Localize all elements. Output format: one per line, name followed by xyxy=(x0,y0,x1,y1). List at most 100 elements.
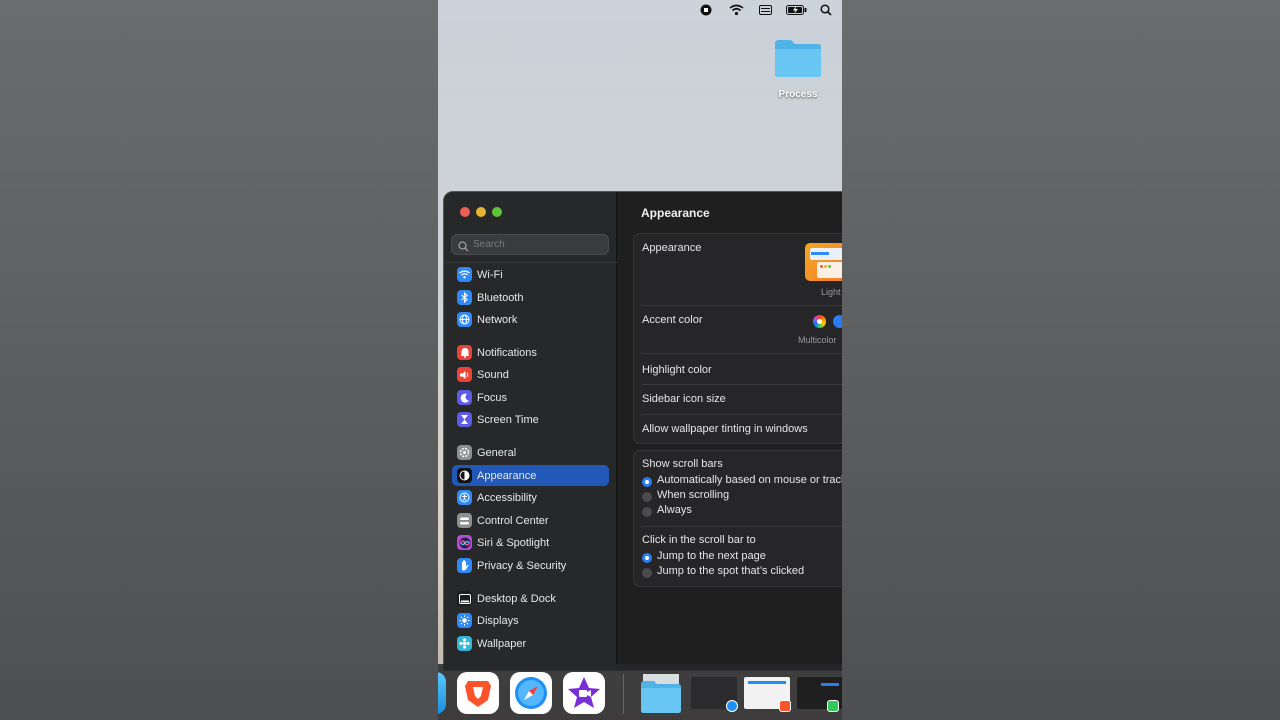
appearance-group: Appearance Light Accent color Multicolor xyxy=(633,233,842,444)
screen-record-icon[interactable] xyxy=(699,3,712,16)
row-separator xyxy=(642,384,842,385)
multicolor-swatch[interactable] xyxy=(813,315,826,328)
search-menu-icon[interactable] xyxy=(819,3,832,16)
highlight-color-label: Highlight color xyxy=(642,364,712,376)
thumbnail-accent-bar xyxy=(811,252,829,255)
sidebar-item-label: Bluetooth xyxy=(477,291,524,304)
sidebar-item-network[interactable]: Network xyxy=(452,309,609,330)
radio-when-scrolling[interactable] xyxy=(642,492,652,502)
sidebar-item-label: Control Center xyxy=(477,514,549,527)
sidebar-item-wallpaper[interactable]: Wallpaper xyxy=(452,633,609,654)
radio-next-page[interactable] xyxy=(642,553,652,563)
accessibility-icon xyxy=(457,490,472,505)
radio-clicked-spot-label: Jump to the spot that’s clicked xyxy=(657,565,805,577)
thumbnail-accent-bar xyxy=(821,683,839,686)
wallpaper-tinting-label: Allow wallpaper tinting in windows xyxy=(642,423,808,435)
battery-icon[interactable] xyxy=(785,3,807,16)
bell-icon xyxy=(457,345,472,360)
search-icon xyxy=(458,239,469,257)
screen: Process Search Wi-Fi Bluetooth Network Noti… xyxy=(438,0,842,720)
speaker-icon xyxy=(457,367,472,382)
row-separator xyxy=(642,526,842,527)
sidebar-item-bluetooth[interactable]: Bluetooth xyxy=(452,287,609,308)
imovie-icon[interactable] xyxy=(563,672,605,714)
brave-icon[interactable] xyxy=(457,672,499,714)
content-pane: Appearance Appearance Light Accent color xyxy=(617,192,842,670)
sidebar-item-displays[interactable]: Displays xyxy=(452,610,609,631)
window-thumbnail-1[interactable] xyxy=(691,677,738,712)
scroll-bars-group: Show scroll bars Automatically based on … xyxy=(633,450,842,587)
radio-next-page-label: Jump to the next page xyxy=(657,550,766,562)
background-left xyxy=(0,0,438,720)
sidebar-item-label: Sound xyxy=(477,368,509,381)
radio-always[interactable] xyxy=(642,507,652,517)
thumbnail-dot xyxy=(828,265,831,268)
sidebar-item-label: Focus xyxy=(477,391,507,404)
safari-badge-icon xyxy=(726,700,738,712)
radio-automatic[interactable] xyxy=(642,477,652,487)
hand-icon xyxy=(457,558,472,573)
sidebar-item-general[interactable]: General xyxy=(452,442,609,463)
control-center-icon xyxy=(457,513,472,528)
radio-when-scrolling-label: When scrolling xyxy=(657,489,730,501)
sidebar-item-focus[interactable]: Focus xyxy=(452,387,609,408)
moon-icon xyxy=(457,390,472,405)
appearance-icon xyxy=(457,468,472,483)
radio-automatic-label: Automatically based on mouse or trackpad xyxy=(657,474,842,486)
row-separator xyxy=(642,414,842,415)
radio-clicked-spot[interactable] xyxy=(642,568,652,578)
siri-icon xyxy=(457,535,472,550)
close-button[interactable] xyxy=(460,207,470,217)
multicolor-label: Multicolor xyxy=(798,335,837,345)
safari-icon[interactable] xyxy=(510,672,552,714)
dock xyxy=(438,664,842,720)
menu-bar xyxy=(438,0,842,19)
search-input[interactable]: Search xyxy=(473,239,505,250)
dock-folder-icon[interactable] xyxy=(640,672,682,714)
settings-window: Search Wi-Fi Bluetooth Network Notification… xyxy=(443,191,842,671)
sidebar-item-sound[interactable]: Sound xyxy=(452,364,609,385)
minimize-button[interactable] xyxy=(476,207,486,217)
bluetooth-icon xyxy=(457,290,472,305)
thumbnail-dot xyxy=(820,265,823,268)
window-thumbnail-2[interactable] xyxy=(744,677,791,712)
window-thumbnail-3[interactable] xyxy=(797,677,842,712)
radio-always-label: Always xyxy=(657,504,692,516)
light-mode-thumbnail[interactable] xyxy=(805,243,842,281)
sidebar-item-siri-and-spotlight[interactable]: Siri & Spotlight xyxy=(452,532,609,553)
thumbnail-header-bar xyxy=(748,681,786,684)
show-scroll-bars-label: Show scroll bars xyxy=(642,458,723,470)
wifi-icon xyxy=(457,267,472,282)
sidebar: Search Wi-Fi Bluetooth Network Notification… xyxy=(444,192,617,670)
sidebar-item-label: Network xyxy=(477,313,518,326)
keyboard-icon[interactable] xyxy=(758,3,772,16)
sidebar-item-appearance[interactable]: Appearance xyxy=(452,465,609,486)
blue-swatch[interactable] xyxy=(833,315,842,328)
sidebar-item-screen-time[interactable]: Screen Time xyxy=(452,409,609,430)
page-title: Appearance xyxy=(641,206,710,220)
wifi-status-icon[interactable] xyxy=(728,3,744,16)
sidebar-item-label: Notifications xyxy=(477,346,537,359)
sidebar-item-label: Wi-Fi xyxy=(477,268,503,281)
zoom-button[interactable] xyxy=(492,207,502,217)
light-mode-label: Light xyxy=(821,287,841,297)
search-field[interactable]: Search xyxy=(451,234,609,255)
sidebar-item-notifications[interactable]: Notifications xyxy=(452,342,609,363)
sidebar-item-wi-fi[interactable]: Wi-Fi xyxy=(452,264,609,285)
row-separator xyxy=(642,305,842,306)
sidebar-item-privacy-and-security[interactable]: Privacy & Security xyxy=(452,555,609,576)
sidebar-icon-size-label: Sidebar icon size xyxy=(642,393,726,405)
sidebar-item-accessibility[interactable]: Accessibility xyxy=(452,487,609,508)
folder-icon[interactable] xyxy=(774,38,822,78)
sidebar-item-label: Screen Time xyxy=(477,413,539,426)
sidebar-item-control-center[interactable]: Control Center xyxy=(452,510,609,531)
messages-badge-icon xyxy=(827,700,839,712)
wallpaper-icon xyxy=(457,636,472,651)
sidebar-item-label: Displays xyxy=(477,614,519,627)
dock-icon xyxy=(457,591,472,606)
sun-icon xyxy=(457,613,472,628)
sidebar-item-label: Siri & Spotlight xyxy=(477,536,550,549)
sidebar-item-desktop-and-dock[interactable]: Desktop & Dock xyxy=(452,588,609,609)
dock-app-partial[interactable] xyxy=(438,672,446,714)
accent-color-label: Accent color xyxy=(642,314,703,326)
